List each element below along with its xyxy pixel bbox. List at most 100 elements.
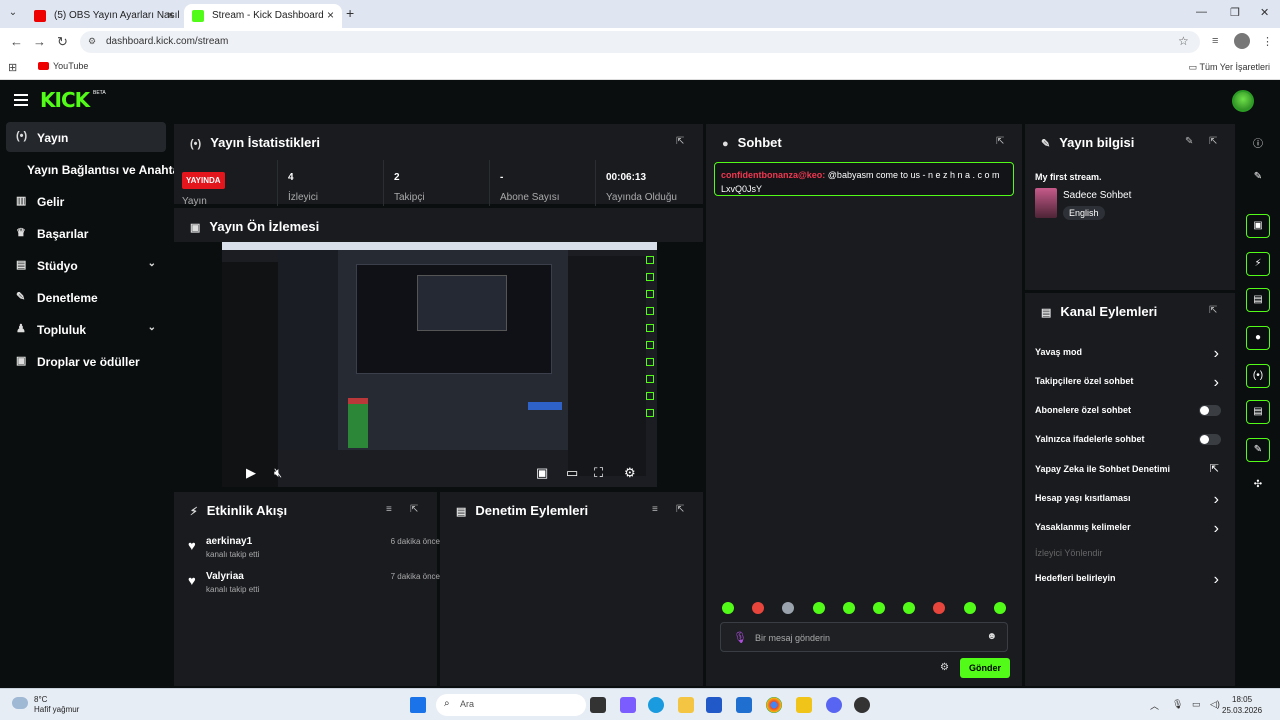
emote-icon[interactable] [963,602,976,614]
edge-icon[interactable] [648,697,664,713]
chat-icon[interactable]: ● [1246,326,1270,350]
popout-icon[interactable]: ⇱ [410,504,418,515]
task-view-icon[interactable] [590,697,606,713]
channel-action-row[interactable]: Abonelere özel sohbet [1035,405,1225,415]
follower-name[interactable]: Valyriaa [206,571,244,582]
popout-icon[interactable]: ⇱ [996,136,1004,147]
fullscreen-icon[interactable]: ⛶ [594,465,603,481]
mute-icon[interactable]: 🔇︎ [274,465,282,481]
mic-tray-icon[interactable]: 🎙︎ [1172,699,1183,710]
back-icon[interactable]: ← [10,34,23,49]
chrome-icon[interactable] [766,697,782,713]
channel-action-row[interactable]: Yasaklanmış kelimeler [1035,522,1225,532]
chevron-right-icon[interactable]: › [1214,345,1219,363]
user-avatar[interactable] [1232,90,1254,112]
channel-action-row[interactable]: Yapay Zeka ile Sohbet Denetimi [1035,464,1225,474]
emote-icon[interactable] [903,602,916,614]
app-icon[interactable] [796,697,812,713]
screenshot-icon[interactable]: ▣ [1246,214,1270,238]
channel-action-row[interactable]: Yalnızca ifadelerle sohbet [1035,434,1225,444]
browser-menu-icon[interactable]: ⋮ [1262,35,1273,48]
kick-logo[interactable]: KICK [40,88,90,112]
close-tab-icon[interactable]: × [167,8,174,22]
obs-icon[interactable] [854,697,870,713]
chat-settings-icon[interactable]: ⚙ [940,662,949,673]
emote-icon[interactable] [873,602,885,614]
all-bookmarks[interactable]: ▭ Tüm Yer İşaretleri [1189,62,1270,73]
outlook-icon[interactable] [736,697,752,713]
chevron-right-icon[interactable]: › [1214,491,1219,509]
settings-gear-icon[interactable]: ⚙ [624,465,636,481]
sidebar-item-0[interactable]: (•) Yayın [6,122,166,152]
sidebar-item-5[interactable]: ✎ Denetleme [6,282,166,312]
browser-tab-kick[interactable]: Stream - Kick Dashboard × [184,4,342,28]
profile-avatar[interactable] [1234,33,1250,49]
send-button[interactable]: Gönder [960,658,1010,678]
taskbar-search[interactable]: ⌕ Ara [436,694,586,716]
emote-icon[interactable] [993,602,1006,614]
forward-icon[interactable]: → [33,34,46,49]
chat-input[interactable]: 🎙︎ Bir mesaj gönderin ☻ [720,622,1008,652]
address-bar[interactable]: ⚙ dashboard.kick.com/stream [80,31,1200,53]
edit-icon[interactable]: ✎ [1185,136,1193,147]
apps-grid-icon[interactable]: ⊞ [8,61,17,74]
follower-name[interactable]: aerkinay1 [206,536,252,547]
toggle-switch[interactable] [1199,434,1221,445]
tray-chevron-icon[interactable]: ︿ [1150,699,1159,712]
discord-icon[interactable] [826,697,842,713]
emote-icon[interactable] [842,602,855,614]
sidebar-item-7[interactable]: ▣ Droplar ve ödüller [6,346,166,376]
new-tab-icon[interactable]: + [346,5,354,21]
filter-icon[interactable]: ≡ [652,504,658,515]
popout-icon[interactable]: ⇱ [676,504,684,515]
theater-icon[interactable]: ▭ [566,465,578,481]
tab-search-icon[interactable]: ⌄ [6,7,20,21]
store-icon[interactable] [706,697,722,713]
external-link-icon[interactable]: ⇱ [1210,462,1219,475]
minimize-icon[interactable]: — [1196,6,1207,18]
network-icon[interactable]: ▭ [1192,699,1201,710]
emote-icon[interactable] [752,602,765,614]
sidebar-item-3[interactable]: ♛ Başarılar [6,218,166,248]
emoji-icon[interactable]: ☻ [986,631,997,642]
close-window-icon[interactable]: ✕ [1260,6,1269,19]
reading-list-icon[interactable]: ≡ [1212,35,1218,47]
layout-icon[interactable]: ▤ [1246,400,1270,424]
pip-icon[interactable]: ▣ [536,465,548,481]
edit-icon[interactable]: ✎ [1246,166,1270,190]
chevron-down-icon[interactable]: ⌄ [148,258,156,269]
channel-action-row[interactable]: Hedefleri belirleyin [1035,573,1225,583]
emote-icon[interactable] [722,602,734,614]
channel-action-row[interactable]: Hesap yaşı kısıtlaması [1035,493,1225,503]
popout-icon[interactable]: ⇱ [1209,136,1217,147]
hamburger-menu-icon[interactable] [14,94,28,106]
sidebar-item-6[interactable]: ♟ Topluluk ⌄ [6,314,166,344]
site-info-icon[interactable]: ⚙ [88,36,96,47]
stream-category[interactable]: Sadece Sohbet [1063,190,1131,201]
chevron-right-icon[interactable]: › [1214,571,1219,589]
popout-icon[interactable]: ⇱ [676,136,684,147]
windows-start-icon[interactable] [410,697,426,713]
bookmark-star-icon[interactable]: ☆ [1178,34,1189,48]
apps-icon[interactable]: ✣ [1246,474,1270,498]
sidebar-item-4[interactable]: ▤ Stüdyo ⌄ [6,250,166,280]
sidebar-item-1[interactable]: Yayın Bağlantısı ve Anahtarı [6,154,187,184]
filter-icon[interactable]: ≡ [386,504,392,515]
sidebar-item-2[interactable]: ▥ Gelir [6,186,166,216]
taskbar-clock[interactable]: 18:05 25.03.2026 [1222,694,1262,716]
browser-tab-obs[interactable]: (5) OBS Yayın Ayarları Nasıl Yap × [26,4,182,28]
copilot-icon[interactable] [620,697,636,713]
wrench-icon[interactable]: ✎ [1246,438,1270,462]
reload-icon[interactable]: ↻ [57,34,68,50]
file-explorer-icon[interactable] [678,697,694,713]
emote-icon[interactable] [782,602,795,614]
restore-icon[interactable]: ❐ [1230,6,1240,19]
chevron-right-icon[interactable]: › [1214,520,1219,538]
bolt-icon[interactable]: ⚡︎ [1246,252,1270,276]
popout-icon[interactable]: ⇱ [1209,305,1217,316]
chevron-right-icon[interactable]: › [1214,374,1219,392]
document-icon[interactable]: ▤ [1246,288,1270,312]
channel-action-row[interactable]: Takipçilere özel sohbet [1035,376,1225,386]
channel-action-row[interactable]: Yavaş mod [1035,347,1225,357]
emote-icon[interactable] [812,602,825,614]
